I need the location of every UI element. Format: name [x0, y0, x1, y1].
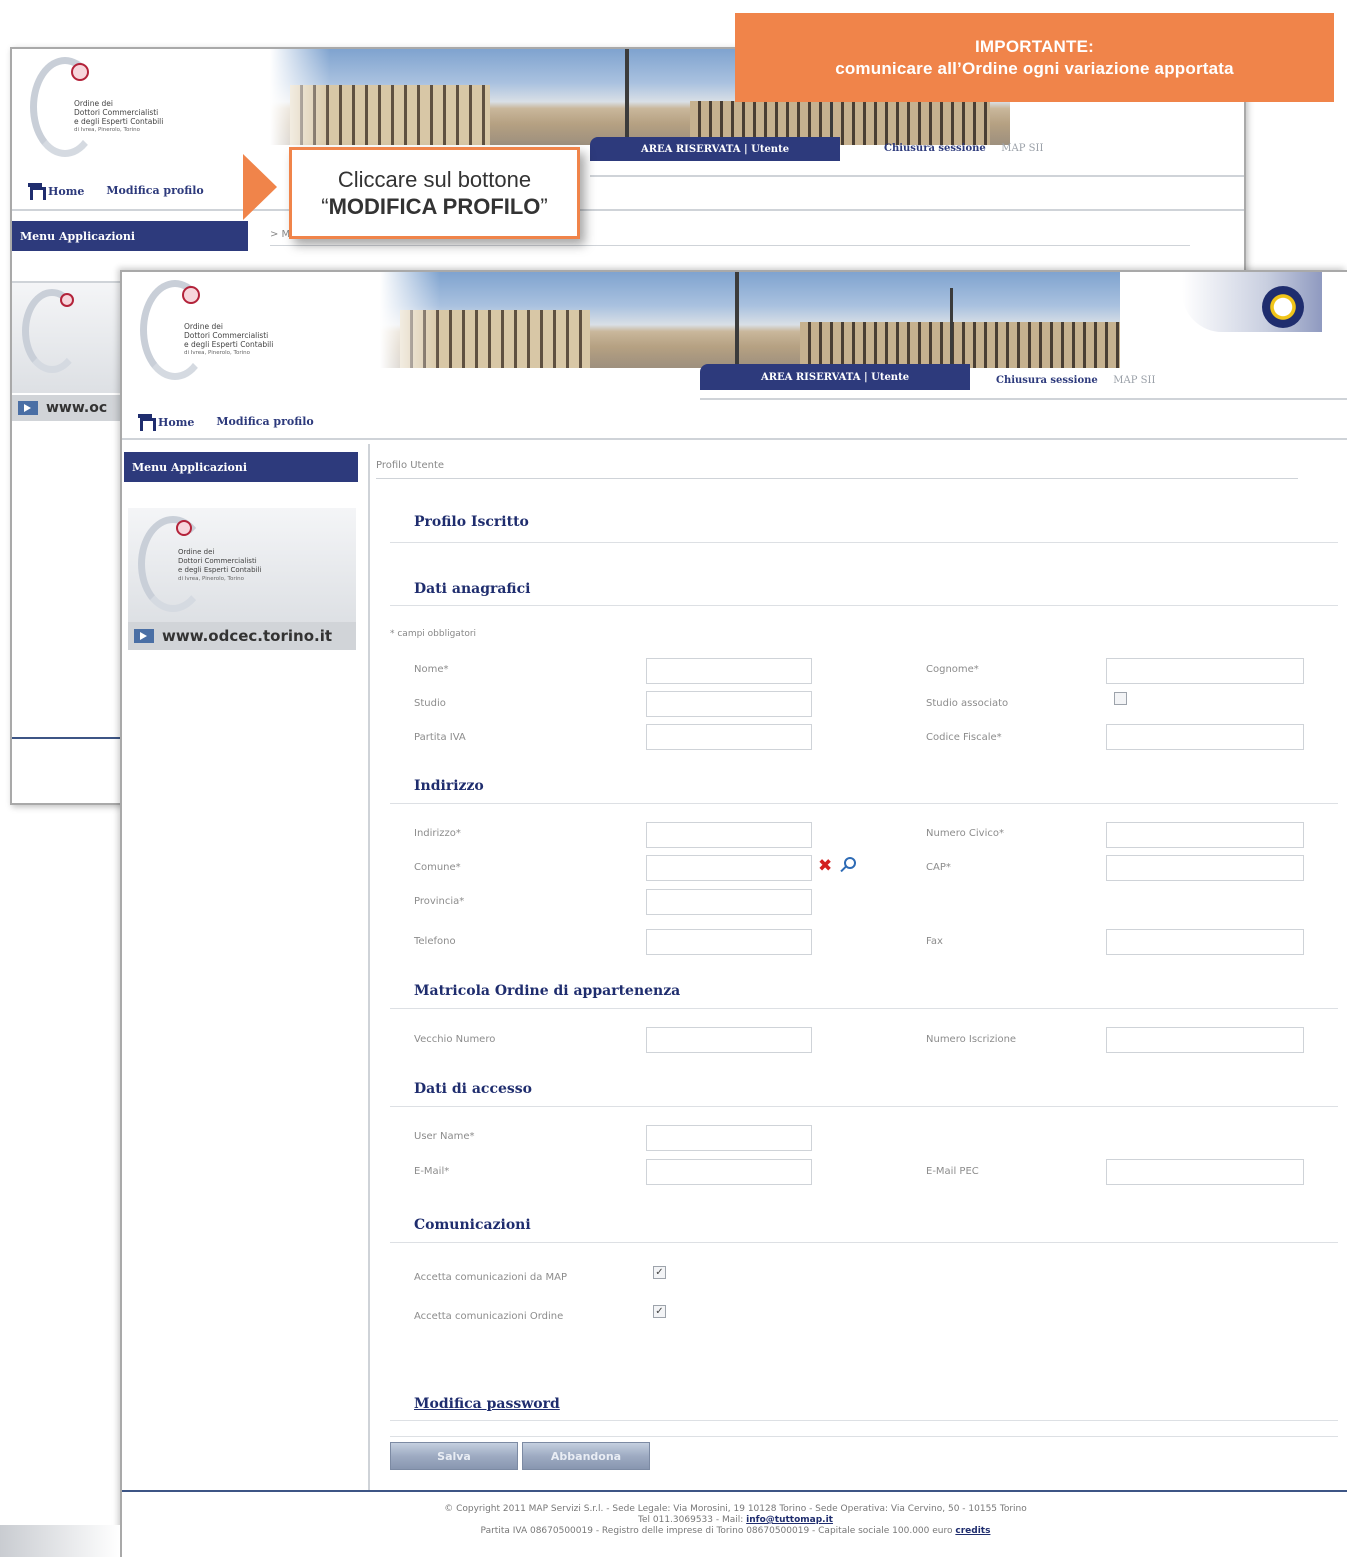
footer-credits-link[interactable]: credits — [955, 1526, 990, 1536]
section-matricola: Matricola Ordine di appartenenza — [414, 983, 681, 999]
cancel-button[interactable]: Abbandona — [522, 1442, 650, 1470]
map-badge-icon — [1262, 286, 1304, 328]
nome-input[interactable] — [646, 658, 812, 684]
studio-associato-checkbox[interactable] — [1114, 692, 1127, 705]
user-name-input[interactable] — [646, 1125, 812, 1151]
footer: © Copyright 2011 MAP Servizi S.r.l. - Se… — [444, 1504, 1027, 1536]
front-window: Ordine dei Dottori Commercialisti e degli … — [120, 270, 1347, 1557]
label-user-name: User Name* — [414, 1131, 475, 1142]
label-email-pec: E-Mail PEC — [926, 1166, 979, 1177]
fax-input[interactable] — [1106, 929, 1304, 955]
comune-input[interactable] — [646, 855, 812, 881]
label-numero-civico: Numero Civico* — [926, 828, 1004, 839]
menu-applicazioni[interactable]: Menu Applicazioni — [124, 452, 358, 482]
home-icon — [28, 183, 46, 200]
click-instruction-callout: Cliccare sul bottone “MODIFICA PROFILO” — [289, 147, 580, 239]
section-dati-accesso: Dati di accesso — [414, 1081, 532, 1097]
home-icon — [138, 414, 156, 431]
important-callout: IMPORTANTE: comunicare all’Ordine ogni v… — [735, 13, 1334, 102]
provincia-input[interactable] — [646, 889, 812, 915]
page-title: Profilo Iscritto — [414, 514, 529, 530]
nav-modifica-profilo[interactable]: Modifica profilo — [106, 184, 203, 197]
label-email: E-Mail* — [414, 1166, 450, 1177]
important-title: IMPORTANTE: — [975, 36, 1094, 56]
email-input[interactable] — [646, 1159, 812, 1185]
section-comunicazioni: Comunicazioni — [414, 1217, 531, 1233]
label-partita-iva: Partita IVA — [414, 732, 466, 743]
label-cognome: Cognome* — [926, 664, 979, 675]
breadcrumb: Profilo Utente — [376, 460, 445, 471]
label-com-map: Accetta comunicazioni da MAP — [414, 1272, 567, 1283]
label-studio-associato: Studio associato — [926, 698, 1009, 709]
click-instruction-button-name: MODIFICA PROFILO — [328, 194, 541, 219]
area-riservata-tab[interactable]: AREA RISERVATA | Utente — [700, 364, 970, 390]
clear-comune-icon[interactable]: ✖ — [818, 858, 832, 875]
footer-mail-link[interactable]: info@tuttomap.it — [746, 1515, 833, 1525]
telefono-input[interactable] — [646, 929, 812, 955]
window-edge-shadow — [0, 1525, 120, 1557]
label-codice-fiscale: Codice Fiscale* — [926, 732, 1002, 743]
label-indirizzo: Indirizzo* — [414, 828, 461, 839]
sidebar-url[interactable]: www.oc — [12, 395, 122, 421]
label-nome: Nome* — [414, 664, 449, 675]
required-note: * campi obbligatori — [390, 629, 477, 639]
numero-iscrizione-input[interactable] — [1106, 1027, 1304, 1053]
important-text: comunicare all’Ordine ogni variazione ap… — [835, 58, 1234, 78]
label-fax: Fax — [926, 936, 943, 947]
cognome-input[interactable] — [1106, 658, 1304, 684]
sidebar-promo: Ordine dei Dottori Commercialisti e degli … — [128, 508, 356, 624]
partita-iva-input[interactable] — [646, 724, 812, 750]
arrow-icon — [134, 629, 154, 643]
label-vecchio-numero: Vecchio Numero — [414, 1034, 496, 1045]
area-riservata-tab[interactable]: AREA RISERVATA | Utente — [590, 137, 840, 161]
cap-input[interactable] — [1106, 855, 1304, 881]
vecchio-numero-input[interactable] — [646, 1027, 812, 1053]
label-com-ordine: Accetta comunicazioni Ordine — [414, 1311, 564, 1322]
studio-input[interactable] — [646, 691, 812, 717]
label-comune: Comune* — [414, 862, 461, 873]
arrow-icon — [18, 401, 38, 415]
numero-civico-input[interactable] — [1106, 822, 1304, 848]
indirizzo-input[interactable] — [646, 822, 812, 848]
label-numero-iscrizione: Numero Iscrizione — [926, 1034, 1017, 1045]
email-pec-input[interactable] — [1106, 1159, 1304, 1185]
logout-link[interactable]: Chiusura sessione — [996, 375, 1098, 386]
click-instruction-text: Cliccare sul bottone — [337, 167, 532, 192]
label-studio: Studio — [414, 698, 446, 709]
nav-modifica-profilo[interactable]: Modifica profilo — [216, 415, 313, 428]
nav-home[interactable]: Home — [28, 183, 84, 200]
section-dati-anagrafici: Dati anagrafici — [414, 581, 531, 597]
codice-fiscale-input[interactable] — [1106, 724, 1304, 750]
breadcrumb: > M — [270, 229, 291, 240]
save-button[interactable]: Salva — [390, 1442, 518, 1470]
user-name: MAP SII — [1001, 143, 1044, 154]
com-map-checkbox[interactable]: ✓ — [653, 1266, 666, 1279]
sidebar-promo — [12, 283, 122, 393]
modifica-password-link[interactable]: Modifica password — [414, 1396, 560, 1412]
label-cap: CAP* — [926, 862, 951, 873]
com-ordine-checkbox[interactable]: ✓ — [653, 1305, 666, 1318]
callout-arrow-icon — [243, 154, 277, 220]
search-comune-icon[interactable] — [844, 857, 856, 869]
logout-link[interactable]: Chiusura sessione — [884, 143, 986, 154]
sidebar-url[interactable]: www.odcec.torino.it — [128, 622, 356, 650]
nav-home[interactable]: Home — [138, 414, 194, 431]
user-name: MAP SII — [1113, 375, 1156, 386]
header-banner — [380, 272, 1120, 368]
section-indirizzo: Indirizzo — [414, 778, 484, 794]
label-telefono: Telefono — [414, 936, 456, 947]
label-provincia: Provincia* — [414, 896, 465, 907]
menu-applicazioni[interactable]: Menu Applicazioni — [12, 221, 248, 251]
